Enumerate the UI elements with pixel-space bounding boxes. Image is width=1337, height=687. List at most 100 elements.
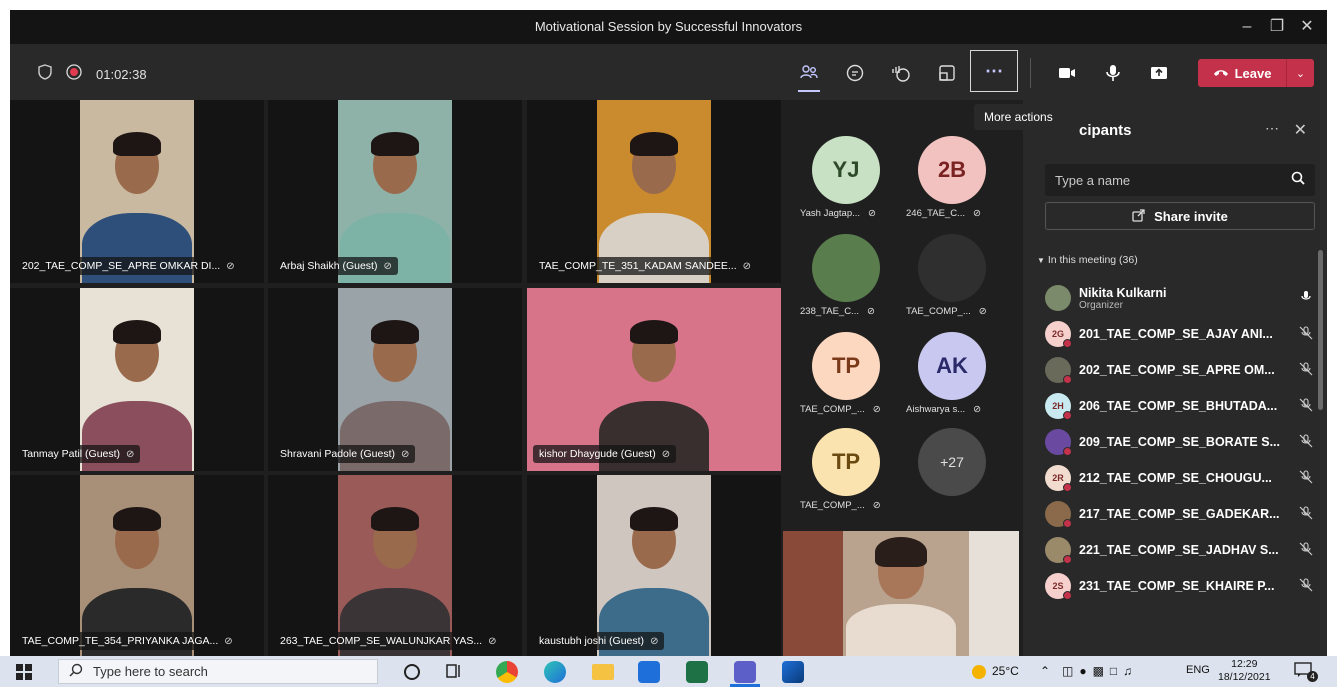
gallery-avatar-label: TAE_COMP_... ⊘ bbox=[906, 306, 987, 317]
participant-row[interactable]: 2R 212_TAE_COMP_SE_CHOUGU... bbox=[1045, 460, 1315, 496]
participant-nametag: kaustubh joshi (Guest) ⊘ bbox=[533, 632, 665, 650]
minimize-button[interactable]: – bbox=[1236, 16, 1258, 38]
participant-search-input[interactable] bbox=[1055, 172, 1275, 188]
file-explorer-icon[interactable] bbox=[592, 664, 614, 680]
search-icon bbox=[69, 663, 83, 680]
edge-icon[interactable] bbox=[544, 661, 566, 683]
gallery-avatar[interactable]: TP bbox=[812, 428, 880, 496]
participant-avatar: 2H bbox=[1045, 393, 1072, 420]
participant-hair bbox=[113, 507, 161, 531]
search-icon[interactable] bbox=[1291, 171, 1305, 190]
participant-row[interactable]: Nikita Kulkarni Organizer bbox=[1045, 280, 1315, 316]
panel-more-icon[interactable]: ⋯ bbox=[1265, 120, 1279, 137]
breakout-rooms-icon[interactable] bbox=[934, 60, 960, 86]
clock-date: 18/12/2021 bbox=[1218, 671, 1271, 683]
video-tile[interactable]: kishor Dhaygude (Guest) ⊘ bbox=[527, 288, 781, 471]
mic-off-icon bbox=[1297, 433, 1315, 451]
participant-avatar: 2R bbox=[1045, 465, 1072, 492]
microphone-icon[interactable] bbox=[1100, 60, 1126, 86]
status-dot bbox=[1063, 483, 1072, 492]
participant-video bbox=[597, 475, 711, 656]
participant-video bbox=[338, 475, 452, 656]
mail-icon[interactable] bbox=[638, 661, 660, 683]
participant-video bbox=[338, 100, 452, 283]
share-invite-button[interactable]: Share invite bbox=[1045, 202, 1315, 230]
more-actions-button[interactable]: ⋯ bbox=[970, 50, 1018, 92]
participant-row[interactable]: 202_TAE_COMP_SE_APRE OM... bbox=[1045, 352, 1315, 388]
video-tile[interactable]: 202_TAE_COMP_SE_APRE OMKAR DI... ⊘ bbox=[10, 100, 264, 283]
language-indicator[interactable]: ENG bbox=[1186, 664, 1210, 676]
gallery-avatar[interactable]: AK bbox=[918, 332, 986, 400]
participant-nametag: kishor Dhaygude (Guest) ⊘ bbox=[533, 445, 677, 463]
participant-name-block: 201_TAE_COMP_SE_AJAY ANI... bbox=[1079, 327, 1289, 341]
participant-search[interactable] bbox=[1045, 164, 1315, 196]
participant-name: Tanmay Patil (Guest) bbox=[22, 448, 121, 460]
maximize-button[interactable]: ❐ bbox=[1266, 16, 1288, 38]
gallery-avatar[interactable]: +27 bbox=[918, 428, 986, 496]
tray-chevron-up-icon[interactable]: ⌃ bbox=[1040, 664, 1050, 678]
gallery-avatar[interactable]: 2B bbox=[918, 136, 986, 204]
participant-name: 221_TAE_COMP_SE_JADHAV S... bbox=[1079, 543, 1279, 557]
notification-icon[interactable]: 4 bbox=[1294, 662, 1318, 682]
panel-close-icon[interactable]: ✕ bbox=[1294, 120, 1307, 140]
close-window-button[interactable]: ✕ bbox=[1296, 16, 1318, 38]
teams-icon[interactable] bbox=[734, 661, 756, 683]
task-view-icon[interactable] bbox=[444, 661, 466, 683]
video-tile[interactable]: Shravani Padole (Guest) ⊘ bbox=[268, 288, 522, 471]
participant-row[interactable]: 2G 201_TAE_COMP_SE_AJAY ANI... bbox=[1045, 316, 1315, 352]
camera-icon[interactable] bbox=[1054, 60, 1080, 86]
leave-options-chevron-icon[interactable]: ⌄ bbox=[1286, 59, 1314, 87]
chat-icon[interactable] bbox=[842, 60, 868, 86]
mic-off-icon bbox=[1297, 325, 1315, 343]
mic-off-icon: ⊘ bbox=[126, 448, 135, 460]
mic-off-icon: ⊘ bbox=[650, 635, 659, 647]
microphone-icon bbox=[1297, 290, 1315, 307]
participant-avatar bbox=[1045, 285, 1071, 311]
video-tile[interactable]: kaustubh joshi (Guest) ⊘ bbox=[527, 475, 781, 656]
panel-scrollbar[interactable] bbox=[1318, 250, 1323, 410]
photos-icon[interactable] bbox=[782, 661, 804, 683]
participant-row[interactable]: 221_TAE_COMP_SE_JADHAV S... bbox=[1045, 532, 1315, 568]
video-tile[interactable]: TAE_COMP_TE_354_PRIYANKA JAGA... ⊘ bbox=[10, 475, 264, 656]
clock[interactable]: 12:29 18/12/2021 bbox=[1218, 658, 1271, 684]
video-tile[interactable]: Tanmay Patil (Guest) ⊘ bbox=[10, 288, 264, 471]
gallery-avatar[interactable] bbox=[812, 234, 880, 302]
video-tile[interactable]: Arbaj Shaikh (Guest) ⊘ bbox=[268, 100, 522, 283]
video-tile[interactable]: 263_TAE_COMP_SE_WALUNJKAR YAS... ⊘ bbox=[268, 475, 522, 656]
clock-time: 12:29 bbox=[1231, 658, 1258, 670]
participant-row[interactable]: 217_TAE_COMP_SE_GADEKAR... bbox=[1045, 496, 1315, 532]
mic-off-icon bbox=[1297, 469, 1315, 487]
avatar-gallery: YJ Yash Jagtap... ⊘ 2B 246_TAE_C... ⊘ 238_TAE_… bbox=[782, 100, 1023, 540]
participant-row[interactable]: 2S 231_TAE_COMP_SE_KHAIRE P... bbox=[1045, 568, 1315, 604]
gallery-avatar-label: Yash Jagtap... ⊘ bbox=[800, 208, 876, 219]
participant-name: 231_TAE_COMP_SE_KHAIRE P... bbox=[1079, 579, 1275, 593]
participant-video bbox=[80, 288, 194, 471]
windows-start-icon[interactable] bbox=[16, 664, 32, 685]
chrome-icon[interactable] bbox=[496, 661, 518, 683]
excel-icon[interactable] bbox=[686, 661, 708, 683]
participant-initials: 2H bbox=[1052, 401, 1064, 411]
gallery-avatar-name: Yash Jagtap... bbox=[800, 208, 861, 219]
leave-button[interactable]: Leave ⌄ bbox=[1198, 59, 1314, 87]
mic-off-icon bbox=[1297, 577, 1315, 595]
taskbar-search[interactable]: Type here to search bbox=[58, 659, 378, 684]
tray-icons[interactable]: ◫●▩□♫ bbox=[1062, 664, 1138, 678]
participant-row[interactable]: 2H 206_TAE_COMP_SE_BHUTADA... bbox=[1045, 388, 1315, 424]
cortana-icon[interactable] bbox=[404, 664, 420, 680]
participants-icon[interactable] bbox=[796, 60, 822, 92]
share-screen-icon[interactable] bbox=[1146, 60, 1172, 86]
weather-temp[interactable]: 25°C bbox=[992, 664, 1019, 678]
participant-row[interactable]: 209_TAE_COMP_SE_BORATE S... bbox=[1045, 424, 1315, 460]
gallery-avatar[interactable]: TP bbox=[812, 332, 880, 400]
in-meeting-section-header[interactable]: ▼ In this meeting (36) bbox=[1037, 254, 1138, 266]
video-tile[interactable]: TAE_COMP_TE_351_KADAM SANDEE... ⊘ bbox=[527, 100, 781, 283]
participant-name: 202_TAE_COMP_SE_APRE OM... bbox=[1079, 363, 1275, 377]
meeting-toolbar: 01:02:38 ⋯ Leave ⌄ bbox=[10, 44, 1327, 100]
gallery-avatar-name: 238_TAE_C... bbox=[800, 306, 859, 317]
weather-icon[interactable] bbox=[972, 664, 986, 679]
mic-off-icon: ⊘ bbox=[383, 260, 392, 272]
status-dot bbox=[1063, 591, 1072, 600]
reactions-icon[interactable] bbox=[888, 60, 914, 86]
gallery-avatar[interactable]: YJ bbox=[812, 136, 880, 204]
gallery-avatar[interactable] bbox=[918, 234, 986, 302]
